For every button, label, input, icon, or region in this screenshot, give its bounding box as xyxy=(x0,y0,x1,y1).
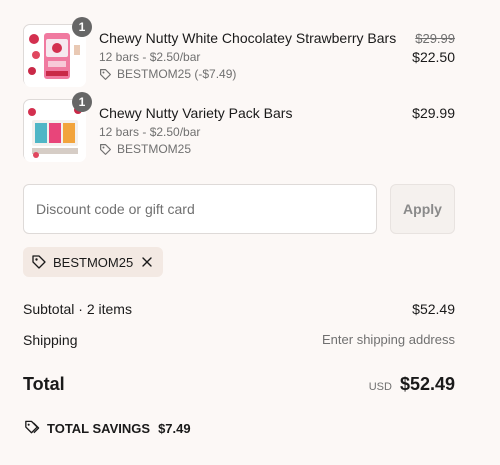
product-title: Chewy Nutty White Chocolatey Strawberry … xyxy=(99,30,397,46)
quantity-badge: 1 xyxy=(72,92,92,112)
tag-icon xyxy=(100,143,111,155)
total-label: Total xyxy=(23,374,65,394)
savings-amount: $7.49 xyxy=(158,420,191,436)
subtotal-value: $52.49 xyxy=(412,301,455,317)
savings-tag-icon xyxy=(25,420,40,434)
remove-discount-button[interactable] xyxy=(141,256,153,268)
applied-discount-chip: BESTMOM25 xyxy=(23,247,163,277)
product-discount: BESTMOM25 xyxy=(99,142,191,156)
line-item: 1 Chewy Nutty Variety Pack Bars 12 bars … xyxy=(23,92,455,162)
product-thumbnail: 1 xyxy=(23,92,92,162)
total-amount: $52.49 xyxy=(399,374,455,394)
quantity-badge: 1 xyxy=(72,17,92,37)
compare-at-price: $29.99 xyxy=(415,31,455,46)
subtotal-label: Subtotal · 2 items xyxy=(23,301,132,317)
currency-code: USD xyxy=(368,381,392,393)
discount-code-label: BESTMOM25 (-$7.49) xyxy=(117,67,237,81)
line-item: 1 Chewy Nutty White Chocolatey Strawberr… xyxy=(23,17,455,87)
applied-discount-code: BESTMOM25 xyxy=(53,254,134,270)
savings-label: TOTAL SAVINGS xyxy=(47,420,151,436)
product-title: Chewy Nutty Variety Pack Bars xyxy=(99,105,293,121)
product-price: $22.50 xyxy=(412,49,455,65)
product-thumbnail: 1 xyxy=(23,17,92,87)
tag-icon xyxy=(32,255,46,269)
discount-code-input[interactable] xyxy=(23,184,377,234)
discount-code-label: BESTMOM25 xyxy=(117,142,192,156)
product-variant: 12 bars - $2.50/bar xyxy=(99,125,201,139)
close-icon xyxy=(142,257,152,267)
product-discount: BESTMOM25 (-$7.49) xyxy=(99,67,236,81)
tag-icon xyxy=(100,68,111,80)
total-savings: TOTAL SAVINGS $7.49 xyxy=(23,420,191,436)
order-summary: 1 Chewy Nutty White Chocolatey Strawberr… xyxy=(0,0,500,465)
product-price: $29.99 xyxy=(412,105,455,121)
product-variant: 12 bars - $2.50/bar xyxy=(99,50,201,64)
total-value-group: USD $52.49 xyxy=(369,374,455,395)
apply-discount-button[interactable]: Apply xyxy=(390,184,455,234)
shipping-value: Enter shipping address xyxy=(322,332,455,347)
shipping-label: Shipping xyxy=(23,332,78,348)
